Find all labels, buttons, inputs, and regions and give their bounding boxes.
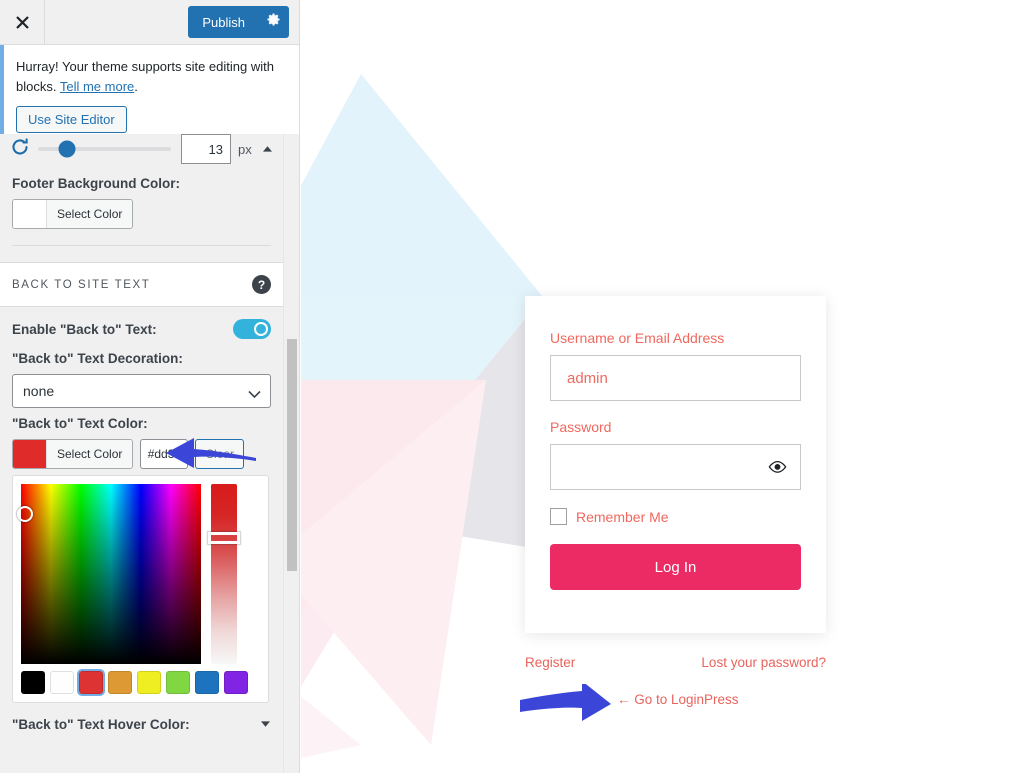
remember-me-checkbox[interactable] bbox=[550, 508, 567, 525]
color-picker-cursor[interactable] bbox=[17, 506, 33, 522]
login-links: Register Lost your password? ← Go to Log… bbox=[525, 655, 826, 707]
publish-settings-button[interactable] bbox=[257, 6, 289, 38]
enable-back-to-text-toggle[interactable] bbox=[233, 319, 271, 339]
notice-text: Hurray! Your theme supports site editing… bbox=[16, 57, 287, 96]
customizer-controls: px Footer Background Color: Select Color bbox=[0, 134, 299, 773]
saturation-value-area[interactable] bbox=[17, 484, 201, 664]
notice-text-before: Hurray! Your theme supports site editing… bbox=[16, 59, 274, 94]
username-label: Username or Email Address bbox=[550, 330, 725, 346]
hover-color-row: "Back to" Text Hover Color: bbox=[0, 715, 283, 733]
links-row: Register Lost your password? bbox=[525, 655, 826, 670]
font-size-slider[interactable] bbox=[38, 140, 171, 158]
text-decoration-select-wrap: none bbox=[12, 374, 271, 408]
customizer-panel: Publish Hurray! Your theme supports site… bbox=[0, 0, 300, 773]
use-site-editor-button[interactable]: Use Site Editor bbox=[16, 106, 127, 133]
footer-bg-color-label: Footer Background Color: bbox=[12, 176, 180, 191]
password-input[interactable] bbox=[550, 444, 801, 490]
clear-color-button[interactable]: Clear bbox=[195, 439, 245, 469]
publish-button[interactable]: Publish bbox=[188, 6, 257, 38]
text-color-row: Select Color Clear bbox=[12, 439, 271, 469]
customizer-scrollbar[interactable] bbox=[283, 134, 299, 773]
slider-handle[interactable] bbox=[58, 140, 76, 158]
palette-swatch-yellow[interactable] bbox=[137, 671, 161, 694]
caret-up-icon[interactable] bbox=[262, 140, 273, 158]
slider-unit-label: px bbox=[238, 141, 252, 157]
password-field-wrap bbox=[550, 444, 801, 490]
caret-down-icon[interactable] bbox=[260, 715, 271, 733]
palette-swatch-orange[interactable] bbox=[108, 671, 132, 694]
gear-icon bbox=[266, 12, 281, 32]
log-in-button[interactable]: Log In bbox=[550, 544, 801, 590]
toggle-knob bbox=[254, 322, 268, 336]
customizer-scroll-area: px Footer Background Color: Select Color bbox=[0, 134, 283, 773]
reset-icon bbox=[10, 137, 30, 162]
color-picker-top bbox=[17, 484, 260, 664]
color-picker bbox=[12, 475, 269, 703]
text-decoration-select[interactable]: none bbox=[12, 374, 271, 408]
text-color-control: "Back to" Text Color: Select Color Clear bbox=[0, 416, 283, 703]
color-palette bbox=[21, 669, 260, 696]
section-title: Back to Site Text bbox=[12, 278, 151, 291]
password-label: Password bbox=[550, 419, 612, 435]
palette-swatch-red[interactable] bbox=[77, 669, 105, 696]
lost-password-link[interactable]: Lost your password? bbox=[701, 655, 826, 670]
back-to-site-row: ← Go to LoginPress bbox=[525, 692, 826, 707]
text-decoration-control: "Back to" Text Decoration: none bbox=[0, 351, 283, 408]
username-input[interactable] bbox=[550, 355, 801, 401]
close-icon bbox=[15, 15, 30, 30]
text-decoration-label: "Back to" Text Decoration: bbox=[12, 351, 183, 366]
footer-bg-select-color-button[interactable]: Select Color bbox=[12, 199, 134, 229]
go-to-loginpress-link[interactable]: ← Go to LoginPress bbox=[617, 692, 739, 707]
footer-bg-color-row: Select Color bbox=[12, 199, 271, 229]
hex-color-input[interactable] bbox=[140, 439, 189, 469]
divider bbox=[12, 245, 271, 246]
footer-bg-color-swatch bbox=[13, 200, 47, 228]
remember-me-row: Remember Me bbox=[550, 508, 801, 525]
palette-swatch-purple[interactable] bbox=[224, 671, 248, 694]
login-preview: Username or Email Address Password Remem… bbox=[301, 0, 1024, 773]
text-color-swatch bbox=[13, 440, 47, 468]
palette-swatch-black[interactable] bbox=[21, 671, 45, 694]
register-link[interactable]: Register bbox=[525, 655, 575, 670]
text-select-color-label: Select Color bbox=[47, 440, 133, 468]
footer-bg-color-control: Footer Background Color: Select Color bbox=[0, 176, 283, 246]
palette-swatch-blue[interactable] bbox=[195, 671, 219, 694]
palette-swatch-green[interactable] bbox=[166, 671, 190, 694]
enable-back-to-text-row: Enable "Back to" Text: bbox=[0, 307, 283, 343]
reset-button[interactable] bbox=[10, 137, 36, 162]
hover-color-label: "Back to" Text Hover Color: bbox=[12, 716, 190, 732]
hue-strip-handle[interactable] bbox=[208, 532, 240, 544]
close-customizer-button[interactable] bbox=[0, 0, 45, 44]
enable-back-to-text-label: Enable "Back to" Text: bbox=[12, 321, 157, 337]
text-color-label: "Back to" Text Color: bbox=[12, 416, 148, 431]
text-select-color-button[interactable]: Select Color bbox=[12, 439, 134, 469]
font-size-slider-row: px bbox=[0, 134, 283, 168]
customizer-header: Publish bbox=[0, 0, 299, 45]
footer-bg-select-color-label: Select Color bbox=[47, 200, 133, 228]
login-form-card: Username or Email Address Password Remem… bbox=[525, 296, 826, 633]
help-icon[interactable]: ? bbox=[252, 275, 271, 294]
hue-strip[interactable] bbox=[208, 484, 240, 664]
site-editor-notice: Hurray! Your theme supports site editing… bbox=[0, 45, 299, 148]
publish-group: Publish bbox=[188, 6, 289, 38]
remember-me-label: Remember Me bbox=[576, 508, 669, 525]
section-header-back-to-site-text[interactable]: Back to Site Text ? bbox=[0, 262, 283, 307]
palette-swatch-white[interactable] bbox=[50, 671, 74, 694]
font-size-input[interactable] bbox=[181, 134, 231, 164]
scrollbar-thumb[interactable] bbox=[287, 339, 297, 571]
notice-text-after: . bbox=[134, 78, 138, 94]
tell-me-more-link[interactable]: Tell me more bbox=[60, 79, 134, 94]
eye-icon[interactable] bbox=[768, 460, 787, 474]
